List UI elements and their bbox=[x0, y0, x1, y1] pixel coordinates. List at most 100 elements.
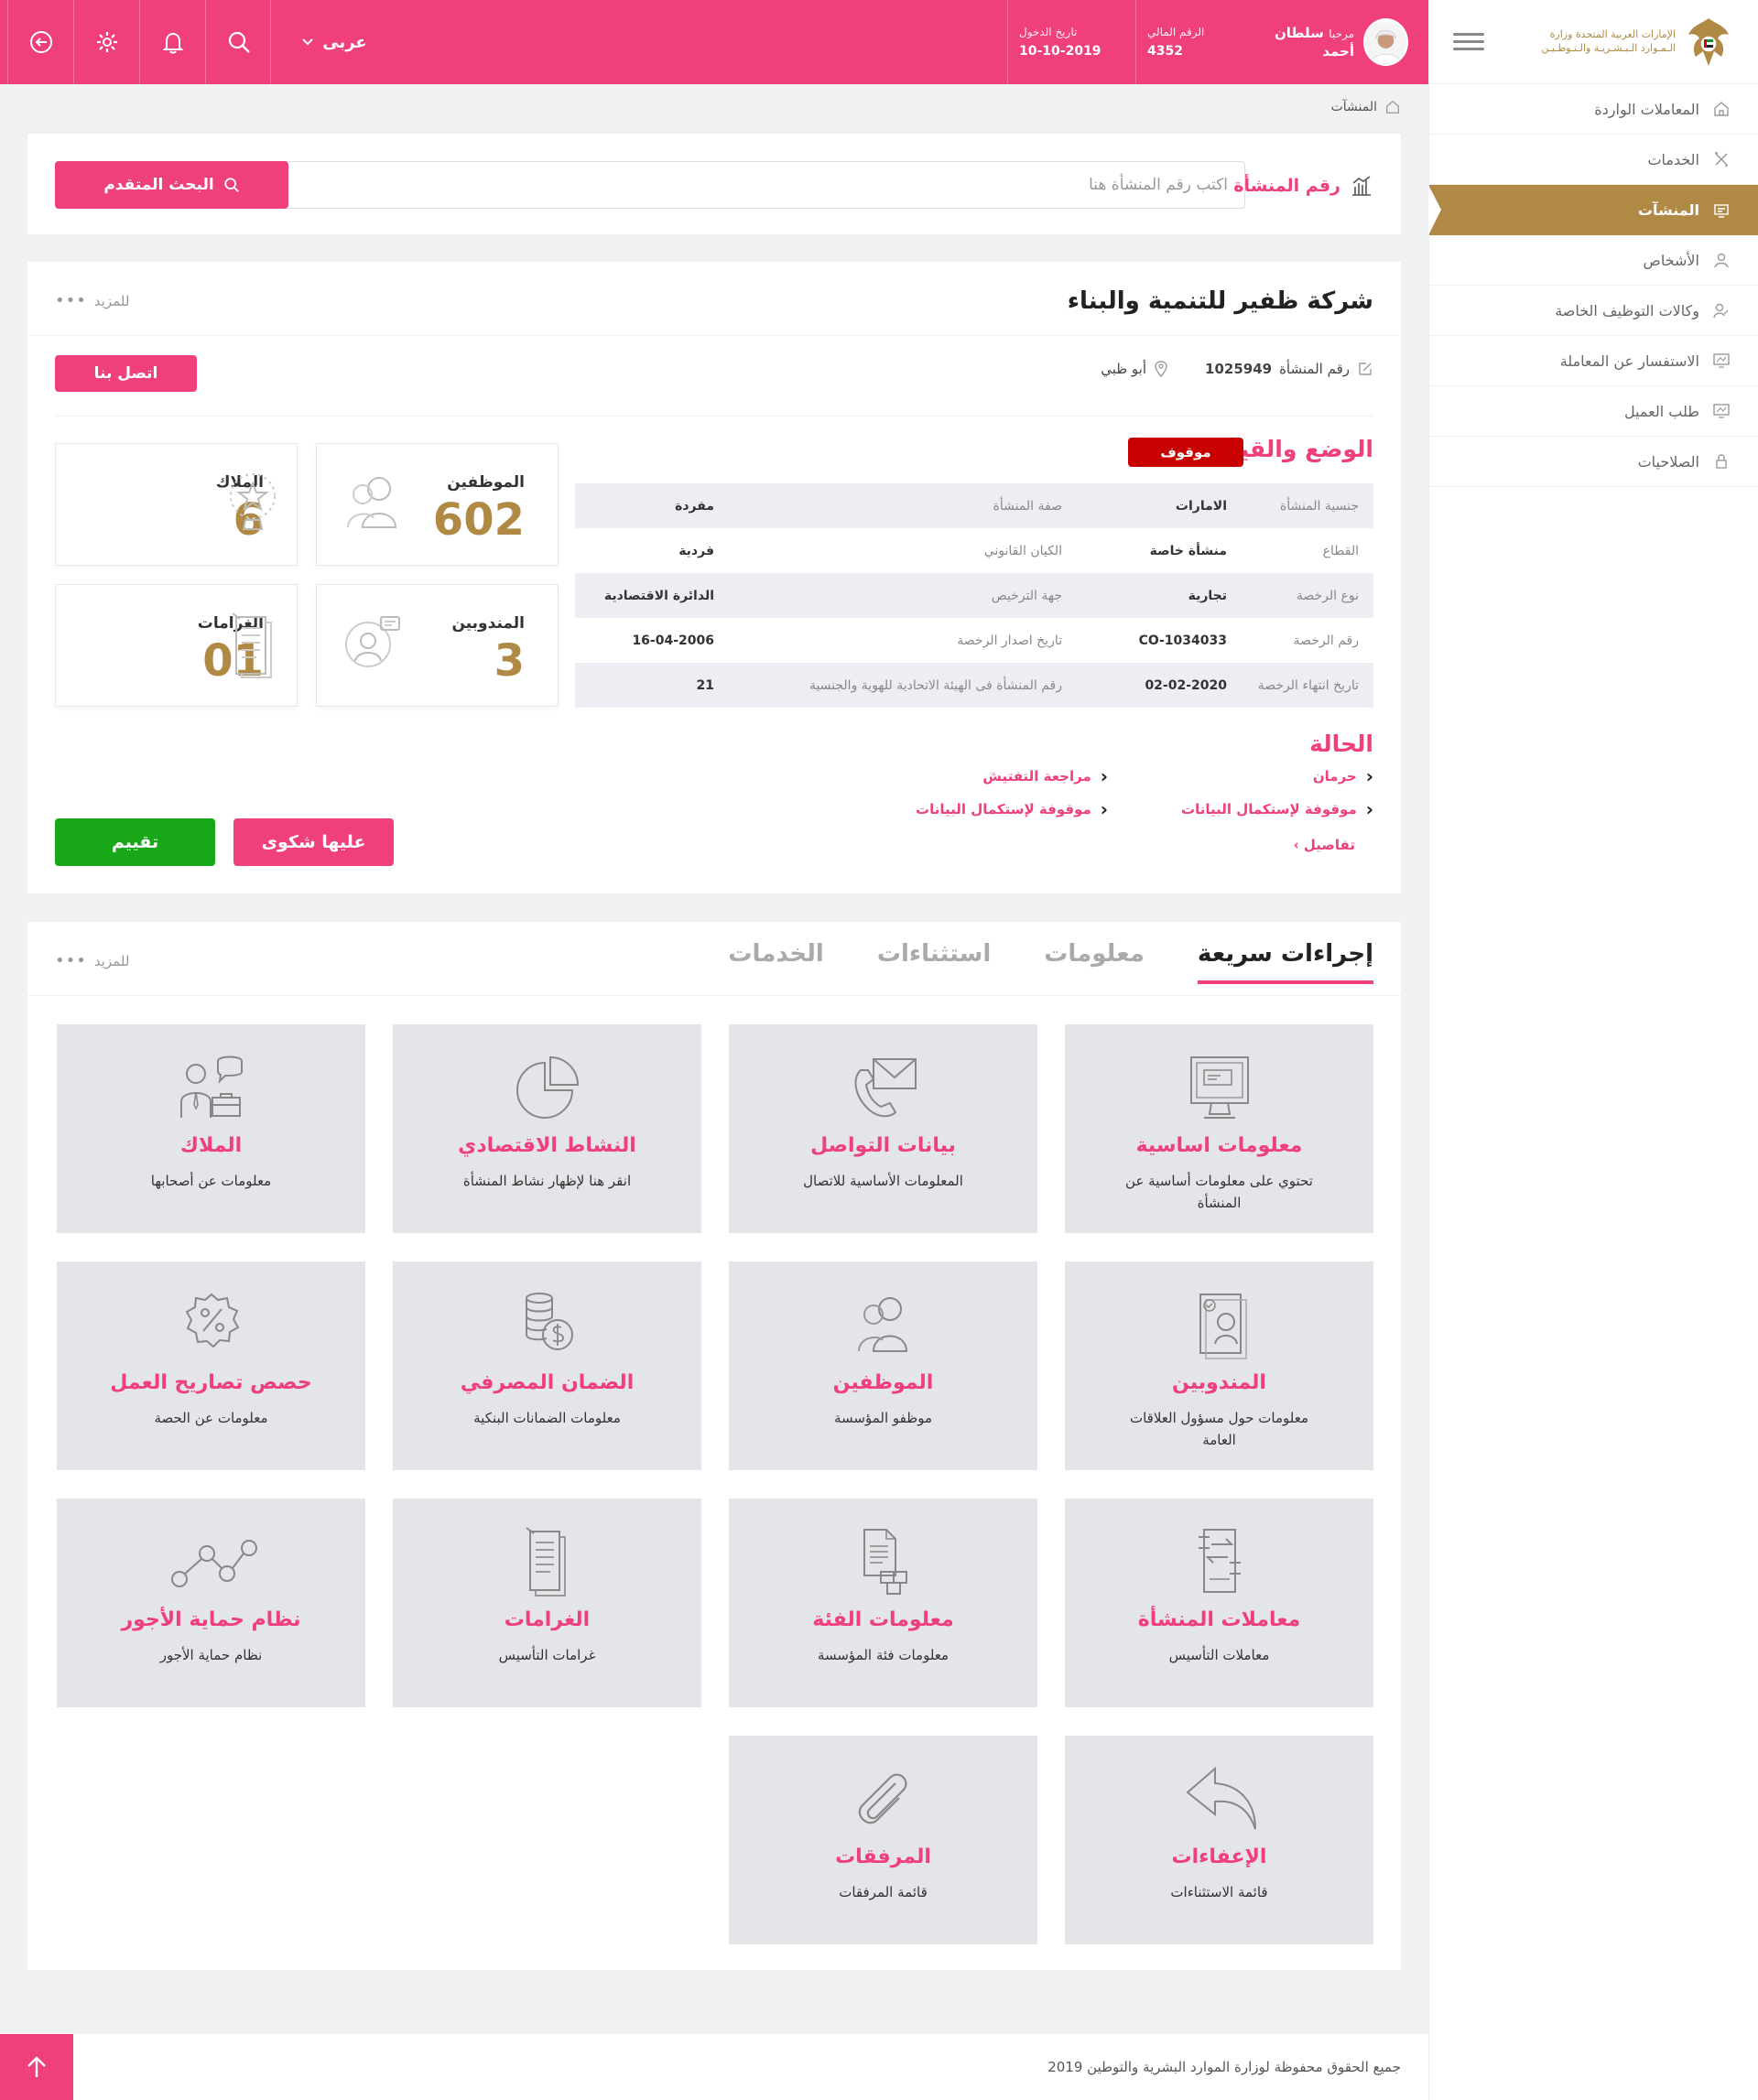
notifications-button[interactable] bbox=[139, 0, 205, 84]
home-icon[interactable] bbox=[1384, 99, 1401, 115]
table-value: تجارية bbox=[1188, 588, 1227, 603]
edit-icon[interactable] bbox=[1357, 361, 1373, 377]
tile-owners[interactable]: الملاك معلومات عن أصحابها bbox=[57, 1024, 365, 1233]
ministry-logo[interactable]: الإمارات العربية المتحدة وزارة الـمـوارد… bbox=[1520, 15, 1732, 70]
tile-representatives[interactable]: المندوبين معلومات حول مسؤول العلاقات الع… bbox=[1065, 1261, 1373, 1470]
tile-attachments[interactable]: المرفقات قائمة المرفقات bbox=[729, 1736, 1037, 1944]
top-bar: مرحبا سلطان أحمد الرقم المالي 4352 تاريخ… bbox=[0, 0, 1428, 84]
copyright-text: جميع الحقوق محفوظة لوزارة الموارد البشري… bbox=[1047, 2059, 1401, 2075]
building-icon bbox=[1714, 203, 1729, 218]
sidebar-item-incoming-transactions[interactable]: المعاملات الواردة bbox=[1429, 84, 1758, 135]
more-link[interactable]: للمزيد ••• bbox=[55, 291, 129, 310]
sidebar-item-persons[interactable]: الأشخاص bbox=[1429, 235, 1758, 286]
company-card: شركة ظفير للتنمية والبناء للمزيد ••• رقم… bbox=[27, 262, 1401, 893]
owners-stat[interactable]: الملاك 6 bbox=[55, 443, 298, 566]
tile-basic-info[interactable]: معلومات اساسية تحتوي على معلومات أساسية … bbox=[1065, 1024, 1373, 1233]
logout-button[interactable] bbox=[7, 0, 73, 84]
table-row: القطاع منشأة خاصة الكيان القانوني فردية bbox=[575, 528, 1373, 573]
tab-quick-actions[interactable]: إجراءات سريعة bbox=[1197, 940, 1373, 984]
sidebar-item-permissions[interactable]: الصلاحيات bbox=[1429, 437, 1758, 487]
settings-button[interactable] bbox=[73, 0, 139, 84]
tile-work-permit-quotas[interactable]: حصص تصاريح العمل معلومات عن الحصة bbox=[57, 1261, 365, 1470]
tab-exceptions[interactable]: استثناءات bbox=[877, 940, 991, 984]
rate-button[interactable]: تقييم bbox=[55, 818, 215, 866]
state-item[interactable]: موقوفة لإستكمال البيانات bbox=[916, 798, 1108, 820]
tile-description: قائمة المرفقات bbox=[839, 1884, 928, 1900]
financial-number: الرقم المالي 4352 bbox=[1135, 0, 1245, 84]
sidebar-item-recruitment-agencies[interactable]: وكالات التوظيف الخاصة bbox=[1429, 286, 1758, 336]
table-key: رقم المنشأة فى الهيئة الاتحادية للهوية و… bbox=[808, 677, 1062, 693]
table-key: تاريخ انتهاء الرخصة bbox=[1257, 677, 1359, 693]
state-item[interactable]: موقوفة لإستكمال البيانات bbox=[1181, 798, 1373, 820]
sidebar: الإمارات العربية المتحدة وزارة الـمـوارد… bbox=[1428, 0, 1758, 2100]
complaint-button[interactable]: عليها شكوى bbox=[233, 818, 394, 866]
tile-employees[interactable]: الموظفين موظفو المؤسسة bbox=[729, 1261, 1037, 1470]
sidebar-item-label: المعاملات الواردة bbox=[1594, 100, 1699, 118]
search-input[interactable]: اكتب رقم المنشأة هنا bbox=[146, 161, 1245, 209]
person-icon bbox=[1714, 253, 1729, 268]
tile-contact-details[interactable]: بيانات التواصل المعلومات الأساسية للاتصا… bbox=[729, 1024, 1037, 1233]
representatives-stat[interactable]: المندوبين 3 bbox=[316, 584, 559, 707]
sidebar-item-establishments[interactable]: المنشآت bbox=[1428, 185, 1758, 235]
table-value: CO-1034033 bbox=[1138, 633, 1227, 648]
contact-us-button[interactable]: اتصل بنا bbox=[55, 355, 197, 392]
tile-title: الموظفين bbox=[832, 1371, 934, 1394]
document-icon bbox=[232, 612, 272, 678]
state-item[interactable]: مراجعة التفتيش bbox=[982, 765, 1108, 787]
tile-description: معلومات الضمانات البنكية bbox=[473, 1410, 621, 1426]
scroll-to-top-button[interactable] bbox=[0, 2034, 73, 2100]
gear-icon bbox=[96, 32, 117, 52]
sidebar-item-transaction-inquiry[interactable]: الاستفسار عن المعاملة bbox=[1429, 336, 1758, 386]
tile-description: تحتوي على معلومات أساسية عن المنشأة bbox=[1125, 1173, 1313, 1211]
tile-title: معاملات المنشأة bbox=[1137, 1608, 1301, 1631]
bell-icon bbox=[162, 32, 183, 54]
user-profile[interactable]: مرحبا سلطان أحمد bbox=[1245, 0, 1428, 84]
support-agent-icon bbox=[345, 616, 400, 667]
tile-establishment-transactions[interactable]: معاملات المنشأة معاملات التأسيس bbox=[1065, 1499, 1373, 1707]
sidebar-item-services[interactable]: الخدمات bbox=[1429, 135, 1758, 185]
search-button[interactable] bbox=[205, 0, 271, 84]
profile-doc-icon bbox=[1199, 1294, 1247, 1359]
sidebar-item-label: طلب العميل bbox=[1623, 402, 1699, 420]
tile-category-info[interactable]: معلومات الفئة معلومات فئة المؤسسة bbox=[729, 1499, 1037, 1707]
sidebar-item-label: وكالات التوظيف الخاصة bbox=[1555, 301, 1699, 319]
sidebar-item-customer-request[interactable]: طلب العميل bbox=[1429, 386, 1758, 437]
more-link[interactable]: للمزيد ••• bbox=[55, 951, 129, 970]
stat-label: الموظفين bbox=[447, 473, 525, 492]
advanced-search-button[interactable]: البحث المتقدم bbox=[55, 161, 288, 209]
stat-value: 3 bbox=[494, 635, 525, 687]
avatar bbox=[1363, 18, 1408, 66]
sidebar-item-label: الأشخاص bbox=[1643, 251, 1699, 269]
table-value: منشأة خاصة bbox=[1149, 543, 1227, 558]
lock-icon bbox=[1716, 454, 1727, 469]
footer: جميع الحقوق محفوظة لوزارة الموارد البشري… bbox=[0, 2034, 1428, 2100]
tile-description: معلومات عن أصحابها bbox=[150, 1173, 272, 1189]
details-link[interactable]: تفاصيل › bbox=[1294, 837, 1355, 853]
employees-icon bbox=[857, 1297, 907, 1352]
employees-stat[interactable]: الموظفين 602 bbox=[316, 443, 559, 566]
fines-stat[interactable]: الغرامات 01 bbox=[55, 584, 298, 707]
tile-title: الضمان المصرفي bbox=[460, 1371, 635, 1394]
quick-actions-card: إجراءات سريعة معلومات استثناءات الخدمات … bbox=[27, 922, 1401, 1970]
company-name: شركة ظفير للتنمية والبناء bbox=[1067, 287, 1373, 315]
tile-economic-activity[interactable]: النشاط الاقتصادي انقر هنا لإظهار نشاط ال… bbox=[393, 1024, 701, 1233]
location-pin-icon bbox=[1155, 361, 1167, 377]
tile-fines[interactable]: الغرامات غرامات التأسيس bbox=[393, 1499, 701, 1707]
city-value: أبو ظبي bbox=[1101, 361, 1147, 377]
tile-wage-protection[interactable]: نظام حماية الأجور نظام حماية الأجور bbox=[57, 1499, 365, 1707]
table-key: تاريخ اصدار الرخصة bbox=[957, 633, 1062, 648]
tab-information[interactable]: معلومات bbox=[1044, 940, 1145, 984]
language-selector[interactable]: عربى bbox=[270, 0, 398, 84]
tile-exemptions[interactable]: الإعفاءات قائمة الاستثناءات bbox=[1065, 1736, 1373, 1944]
login-date-value: 10-10-2019 bbox=[1019, 44, 1101, 59]
stat-label: المندوبين bbox=[451, 614, 525, 633]
menu-toggle-icon[interactable] bbox=[1453, 28, 1484, 55]
tab-services[interactable]: الخدمات bbox=[728, 940, 823, 984]
state-item[interactable]: حرمان bbox=[1313, 765, 1373, 787]
tile-bank-guarantee[interactable]: الضمان المصرفي معلومات الضمانات البنكية bbox=[393, 1261, 701, 1470]
tile-title: الإعفاءات bbox=[1171, 1846, 1267, 1868]
table-row: نوع الرخصة تجارية جهة الترخيص الدائرة الاقت… bbox=[575, 573, 1373, 618]
sidebar-item-label: الاستفسار عن المعاملة bbox=[1559, 352, 1699, 370]
chevron-down-icon bbox=[302, 38, 313, 46]
language-label: عربى bbox=[322, 32, 367, 52]
